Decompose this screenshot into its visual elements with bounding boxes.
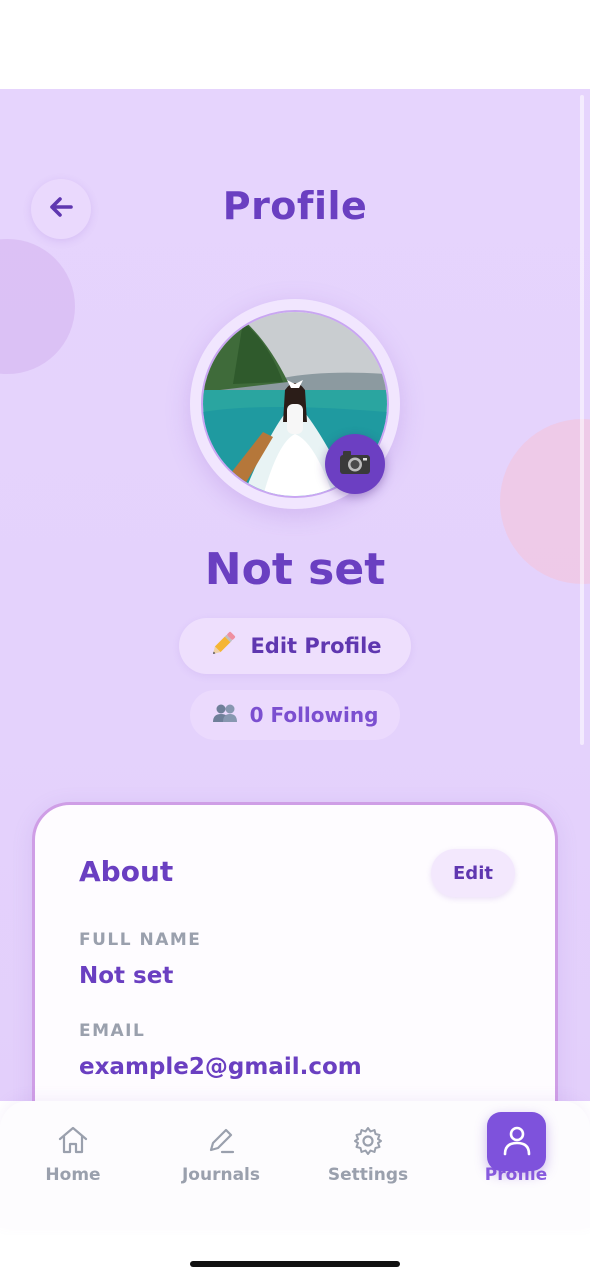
- gear-icon: [352, 1125, 384, 1161]
- page-title: Profile: [222, 184, 368, 228]
- camera-icon: [339, 449, 371, 479]
- pencil-icon: [208, 629, 238, 663]
- email-label: EMAIL: [79, 1021, 146, 1041]
- email-value: example2@gmail.com: [79, 1054, 362, 1080]
- tab-home[interactable]: Home: [13, 1101, 133, 1228]
- full-name-label: FULL NAME: [79, 930, 202, 950]
- tab-settings-label: Settings: [327, 1165, 409, 1185]
- tab-profile-active-indicator[interactable]: [487, 1112, 546, 1171]
- following-button[interactable]: 0 Following: [190, 690, 400, 740]
- change-photo-button[interactable]: [325, 434, 385, 494]
- tab-journals-label: Journals: [181, 1165, 260, 1185]
- pencil-icon: [206, 1125, 236, 1159]
- person-icon: [502, 1124, 532, 1160]
- full-name-value: Not set: [79, 963, 174, 989]
- about-card: About Edit FULL NAME Not set EMAIL examp…: [32, 802, 558, 1101]
- following-label: 0 Following: [249, 703, 379, 727]
- decorative-circle-left: [0, 239, 75, 374]
- profile-screen: Profile Not set Edit Profile 0 Following…: [0, 89, 590, 1101]
- home-indicator[interactable]: [190, 1261, 400, 1267]
- status-bar-area: [0, 0, 590, 89]
- tab-settings[interactable]: Settings: [308, 1101, 428, 1228]
- edit-profile-label: Edit Profile: [250, 634, 382, 658]
- home-icon: [57, 1125, 89, 1159]
- profile-name: Not set: [204, 544, 386, 595]
- tab-journals[interactable]: Journals: [161, 1101, 281, 1228]
- about-edit-button[interactable]: Edit: [431, 849, 515, 897]
- edit-profile-button[interactable]: Edit Profile: [179, 618, 411, 674]
- people-icon: [212, 702, 238, 728]
- about-title: About: [79, 855, 174, 888]
- tab-home-label: Home: [45, 1165, 101, 1185]
